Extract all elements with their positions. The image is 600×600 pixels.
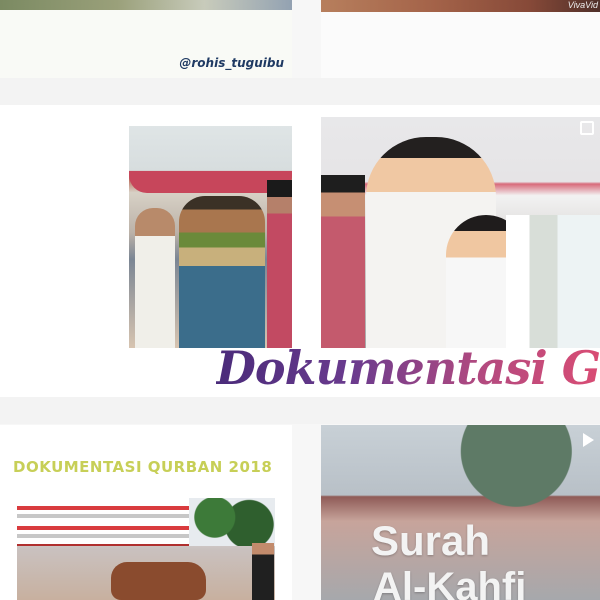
post-title: DOKUMENTASI QURBAN 2018 — [13, 458, 273, 476]
image-detail — [111, 562, 206, 600]
image-detail — [321, 175, 365, 348]
image-detail — [17, 498, 192, 546]
grid-gutter — [0, 78, 600, 105]
banner-title: Dokumentasi Ge — [216, 341, 600, 395]
post-tile[interactable]: DOKUMENTASI QURBAN 2018 — [0, 425, 292, 600]
instagram-profile-grid: @rohis_tuguibu VivaVid Dokumentasi Ge DO… — [0, 0, 600, 600]
grid-gutter — [0, 397, 600, 424]
image-detail — [179, 196, 265, 348]
video-title-line-1: Surah — [371, 517, 491, 564]
post-tile[interactable]: Dokumentasi Ge — [0, 105, 600, 397]
post-image — [321, 0, 600, 12]
image-detail — [267, 180, 292, 348]
account-handle: @rohis_tuguibu — [179, 56, 284, 70]
video-title-line-2: Al-Kahfi — [373, 565, 527, 600]
post-tile[interactable]: Surah Al-Kahfi — [321, 425, 600, 600]
image-detail — [506, 215, 600, 348]
post-tile[interactable]: VivaVid — [321, 0, 600, 78]
post-tile[interactable]: @rohis_tuguibu — [0, 0, 292, 78]
post-image — [0, 0, 292, 10]
play-icon — [583, 433, 594, 447]
image-detail — [135, 208, 175, 348]
post-image — [17, 498, 275, 600]
multi-post-icon — [580, 121, 594, 135]
post-image — [321, 117, 600, 348]
image-detail — [252, 543, 274, 600]
image-detail — [189, 498, 275, 546]
post-image — [129, 126, 292, 348]
video-watermark: VivaVid — [567, 0, 598, 10]
